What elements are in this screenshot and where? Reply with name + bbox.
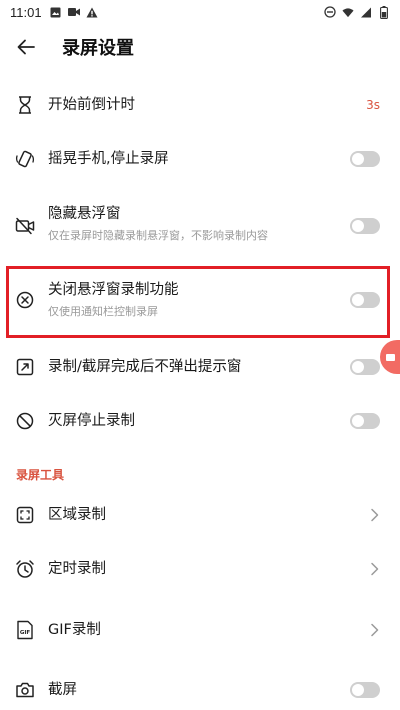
back-arrow-icon bbox=[17, 39, 35, 55]
no-popup-toggle[interactable] bbox=[350, 359, 380, 375]
header: 录屏设置 bbox=[0, 24, 400, 70]
chevron-right-icon bbox=[371, 562, 379, 576]
tool-timed[interactable]: 定时录制 bbox=[0, 548, 400, 590]
setting-no-popup[interactable]: 录制/截屏完成后不弹出提示窗 bbox=[0, 346, 400, 388]
hide-float-toggle[interactable] bbox=[350, 218, 380, 234]
warning-notification-icon bbox=[86, 6, 98, 18]
prohibited-icon bbox=[14, 410, 36, 432]
screen-off-toggle[interactable] bbox=[350, 413, 380, 429]
battery-icon bbox=[378, 5, 390, 19]
record-camera-icon bbox=[385, 353, 395, 361]
setting-hide-float-text: 隐藏悬浮窗 仅在录屏时隐藏录制悬浮窗，不影响录制内容 bbox=[48, 204, 320, 244]
shake-phone-icon bbox=[14, 148, 36, 170]
status-time: 11:01 bbox=[10, 4, 42, 20]
setting-no-popup-title: 录制/截屏完成后不弹出提示窗 bbox=[48, 359, 242, 375]
setting-hide-float[interactable]: 隐藏悬浮窗 仅在录屏时隐藏录制悬浮窗，不影响录制内容 bbox=[0, 198, 400, 254]
screenshot-toggle[interactable] bbox=[350, 682, 380, 698]
chevron-right-icon bbox=[371, 508, 379, 522]
tool-screenshot-toggle-wrap bbox=[350, 682, 380, 698]
section-label-tools: 录屏工具 bbox=[16, 468, 65, 482]
tool-screenshot-text: 截屏 bbox=[48, 680, 320, 700]
setting-shake-text: 摇晃手机,停止录屏 bbox=[48, 149, 320, 169]
camera-icon bbox=[14, 679, 36, 701]
setting-countdown-text: 开始前倒计时 bbox=[48, 95, 320, 115]
setting-screen-off-title: 灭屏停止录制 bbox=[48, 413, 135, 429]
tool-gif-text: GIF录制 bbox=[48, 620, 320, 640]
setting-no-popup-toggle-wrap bbox=[350, 359, 380, 375]
alarm-clock-icon bbox=[14, 558, 36, 580]
status-right-icons bbox=[324, 5, 390, 19]
setting-hide-float-subtitle: 仅在录屏时隐藏录制悬浮窗，不影响录制内容 bbox=[48, 229, 268, 242]
setting-shake-title: 摇晃手机,停止录屏 bbox=[48, 151, 169, 167]
gif-file-icon: GIF bbox=[14, 619, 36, 641]
tool-gif-title: GIF录制 bbox=[48, 622, 101, 638]
tool-timed-text: 定时录制 bbox=[48, 559, 320, 579]
tool-area-chevron-wrap bbox=[370, 508, 380, 522]
tool-area-text: 区域录制 bbox=[48, 505, 320, 525]
tool-timed-chevron-wrap bbox=[370, 562, 380, 576]
back-button[interactable] bbox=[2, 24, 50, 70]
area-select-icon bbox=[14, 504, 36, 526]
setting-screen-off[interactable]: 灭屏停止录制 bbox=[0, 400, 400, 442]
chevron-right-icon bbox=[371, 623, 379, 637]
setting-countdown-value-wrap: 3s bbox=[366, 98, 380, 112]
setting-shake[interactable]: 摇晃手机,停止录屏 bbox=[0, 138, 400, 180]
gif-icon-label: GIF bbox=[20, 630, 31, 636]
setting-screen-off-toggle-wrap bbox=[350, 413, 380, 429]
tool-screenshot[interactable]: 截屏 bbox=[0, 669, 400, 710]
tool-screenshot-title: 截屏 bbox=[48, 682, 77, 698]
tool-timed-title: 定时录制 bbox=[48, 561, 106, 577]
video-notification-icon bbox=[67, 6, 80, 18]
tool-area-title: 区域录制 bbox=[48, 507, 106, 523]
cellular-signal-icon bbox=[360, 6, 372, 18]
status-bar: 11:01 bbox=[0, 0, 400, 24]
tool-gif-chevron-wrap bbox=[370, 623, 380, 637]
setting-no-popup-text: 录制/截屏完成后不弹出提示窗 bbox=[48, 357, 320, 377]
setting-hide-float-title: 隐藏悬浮窗 bbox=[48, 206, 121, 222]
setting-shake-toggle-wrap bbox=[350, 151, 380, 167]
tool-area[interactable]: 区域录制 bbox=[0, 494, 400, 536]
setting-hide-float-toggle-wrap bbox=[350, 218, 380, 234]
wifi-icon bbox=[342, 6, 354, 18]
hourglass-icon bbox=[14, 94, 36, 116]
countdown-value: 3s bbox=[366, 98, 380, 112]
external-window-icon bbox=[14, 356, 36, 378]
setting-countdown-title: 开始前倒计时 bbox=[48, 97, 135, 113]
setting-countdown[interactable]: 开始前倒计时 3s bbox=[0, 84, 400, 126]
dnd-icon bbox=[324, 6, 336, 18]
page-title: 录屏设置 bbox=[62, 38, 134, 59]
setting-screen-off-text: 灭屏停止录制 bbox=[48, 411, 320, 431]
photo-notification-icon bbox=[50, 6, 62, 18]
video-off-icon bbox=[14, 215, 36, 237]
shake-toggle[interactable] bbox=[350, 151, 380, 167]
tool-gif[interactable]: GIF GIF录制 bbox=[0, 609, 400, 651]
highlight-box bbox=[6, 266, 390, 338]
status-left-icons bbox=[50, 6, 98, 18]
